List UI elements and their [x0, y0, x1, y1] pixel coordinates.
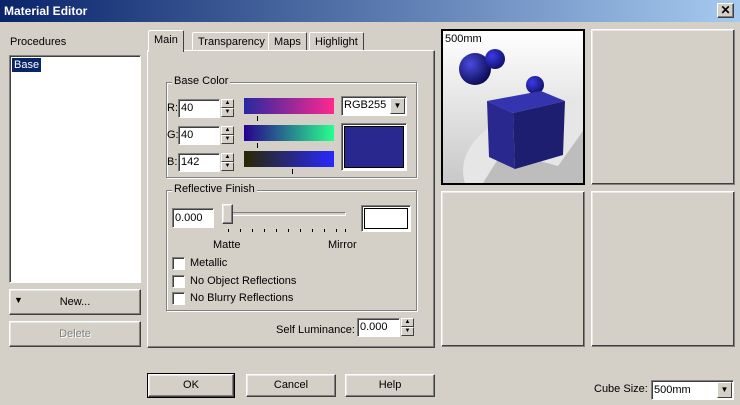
r-spinner[interactable]: ▲ ▼	[221, 99, 234, 117]
b-spinner[interactable]: ▲ ▼	[221, 153, 234, 171]
no-blurry-reflections-checkbox[interactable]	[172, 292, 185, 305]
close-button[interactable]: ✕	[717, 3, 734, 18]
cube-size-value: 500mm	[654, 384, 691, 396]
tab-label: Transparency	[198, 36, 265, 48]
spin-up-icon[interactable]: ▲	[221, 126, 234, 135]
reflective-finish-label: Reflective Finish	[172, 183, 257, 195]
sphere-shape	[485, 49, 505, 69]
r-label: R:	[167, 102, 178, 114]
reflective-slider-thumb[interactable]	[222, 204, 233, 224]
tab-label: Highlight	[315, 36, 358, 48]
no-object-reflections-label: No Object Reflections	[190, 275, 297, 287]
color-mode-select[interactable]: RGB255 ▼	[341, 96, 407, 116]
procedures-label: Procedures	[10, 36, 67, 48]
window-title: Material Editor	[4, 4, 88, 18]
g-label: G:	[167, 129, 179, 141]
g-gradient-slider[interactable]	[244, 125, 334, 141]
metallic-label: Metallic	[190, 257, 228, 269]
chevron-down-icon[interactable]: ▼	[390, 98, 405, 114]
spin-up-icon[interactable]: ▲	[221, 99, 234, 108]
self-luminance-label: Self Luminance:	[276, 324, 355, 336]
tab-main[interactable]: Main	[148, 30, 184, 52]
ok-label: OK	[183, 379, 199, 391]
b-input[interactable]: 142	[178, 153, 220, 172]
self-luminance-input[interactable]: 0.000	[357, 318, 400, 337]
reflective-slider-track[interactable]	[228, 212, 346, 216]
preview-slot[interactable]	[591, 191, 735, 347]
triangle-down-icon: ▼	[14, 295, 23, 305]
tab-highlight[interactable]: Highlight	[309, 32, 364, 51]
spin-down-icon[interactable]: ▼	[221, 162, 234, 171]
g-slider-marker[interactable]	[257, 143, 258, 148]
r-gradient-slider[interactable]	[244, 98, 334, 114]
spin-down-icon[interactable]: ▼	[221, 135, 234, 144]
color-mode-value: RGB255	[344, 99, 387, 111]
cube-size-select[interactable]: 500mm ▼	[651, 380, 734, 400]
preview-slot[interactable]	[591, 29, 735, 185]
reflective-color-swatch[interactable]	[361, 205, 411, 232]
mirror-label: Mirror	[328, 239, 357, 251]
list-item[interactable]: Base	[12, 58, 42, 72]
procedures-list[interactable]: Base	[9, 55, 141, 283]
delete-procedure-button[interactable]: Delete	[9, 321, 141, 347]
no-blurry-reflections-label: No Blurry Reflections	[190, 292, 294, 304]
self-luminance-spinner[interactable]: ▲ ▼	[401, 318, 414, 336]
slider-ticks	[228, 229, 346, 233]
g-input[interactable]: 40	[178, 126, 220, 145]
material-preview[interactable]: 500mm	[441, 29, 585, 185]
help-label: Help	[378, 379, 402, 391]
swatch-fill	[344, 126, 404, 168]
tab-label: Maps	[274, 36, 301, 48]
spin-up-icon[interactable]: ▲	[221, 153, 234, 162]
base-color-label: Base Color	[172, 75, 231, 87]
spin-down-icon[interactable]: ▼	[401, 327, 414, 336]
ok-button[interactable]: OK	[147, 373, 235, 398]
b-gradient-slider[interactable]	[244, 151, 334, 167]
delete-button-label: Delete	[59, 328, 91, 340]
tab-maps[interactable]: Maps	[268, 32, 307, 51]
close-icon: ✕	[720, 3, 731, 17]
preview-size-label: 500mm	[445, 33, 482, 45]
no-object-reflections-checkbox[interactable]	[172, 275, 185, 288]
metallic-checkbox[interactable]	[172, 257, 185, 270]
new-button-label: New...	[59, 296, 91, 308]
b-slider-marker[interactable]	[292, 169, 293, 174]
spin-down-icon[interactable]: ▼	[221, 108, 234, 117]
swatch-fill	[364, 208, 408, 229]
tab-transparency[interactable]: Transparency	[192, 32, 271, 51]
cube-size-label: Cube Size:	[594, 383, 648, 395]
base-color-swatch[interactable]	[341, 123, 407, 171]
spin-up-icon[interactable]: ▲	[401, 318, 414, 327]
preview-slot[interactable]	[441, 191, 585, 347]
cancel-label: Cancel	[273, 379, 309, 391]
matte-label: Matte	[213, 239, 241, 251]
new-procedure-button[interactable]: ▼ New...	[9, 289, 141, 315]
chevron-down-icon[interactable]: ▼	[717, 382, 732, 398]
preview-render	[443, 31, 583, 183]
tab-label: Main	[154, 34, 178, 46]
reflective-value-input[interactable]: 0.000	[172, 208, 214, 228]
cancel-button[interactable]: Cancel	[246, 374, 336, 397]
g-spinner[interactable]: ▲ ▼	[221, 126, 234, 144]
r-input[interactable]: 40	[178, 99, 220, 118]
help-button[interactable]: Help	[345, 374, 435, 397]
r-slider-marker[interactable]	[257, 116, 258, 121]
title-bar: Material Editor	[0, 0, 740, 22]
b-label: B:	[167, 156, 178, 168]
